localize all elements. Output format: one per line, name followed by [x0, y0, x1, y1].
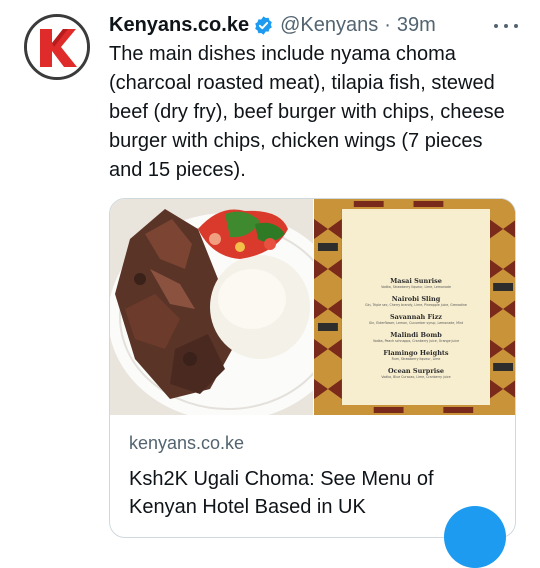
- menu-item-desc: Vodka, Strawberry liqueur, Lime, Lemonad…: [381, 285, 451, 289]
- menu-item-name: Ocean Surprise: [387, 367, 445, 375]
- menu-paper: Masai Sunrise Vodka, Strawberry liqueur,…: [342, 209, 490, 405]
- menu-item-desc: Gin, Triple sec, Cherry brandy, Lime, Pi…: [365, 303, 467, 307]
- timestamp[interactable]: 39m: [397, 14, 436, 37]
- menu-item-desc: Vodka, Peach schnapps, Cranberry juice, …: [372, 339, 460, 343]
- menu-item-desc: Vodka, Blue Curacao, Lime, Cranberry jui…: [381, 375, 451, 379]
- more-options-icon[interactable]: [494, 16, 518, 36]
- kenyans-logo-icon: [27, 17, 87, 77]
- menu-item: Masai Sunrise Vodka, Strawberry liqueur,…: [342, 277, 490, 289]
- food-image: [110, 199, 313, 415]
- menu-image: Masai Sunrise Vodka, Strawberry liqueur,…: [313, 199, 515, 415]
- avatar[interactable]: [24, 14, 90, 80]
- tweet-text: The main dishes include nyama choma (cha…: [109, 43, 505, 181]
- menu-item: Ocean Surprise Vodka, Blue Curacao, Lime…: [342, 367, 490, 379]
- display-name[interactable]: Kenyans.co.ke: [109, 14, 249, 37]
- user-handle[interactable]: @Kenyans: [280, 14, 378, 37]
- menu-item-name: Nairobi Sling: [391, 295, 441, 303]
- menu-item-name: Savannah Fizz: [389, 313, 442, 321]
- menu-item-name: Malindi Bomb: [390, 331, 442, 339]
- menu-item-name: Masai Sunrise: [390, 277, 442, 285]
- tweet-header: Kenyans.co.ke @Kenyans · 39m: [109, 11, 436, 39]
- menu-item: Malindi Bomb Vodka, Peach schnapps, Cran…: [342, 331, 490, 343]
- verified-badge-icon: [253, 15, 274, 36]
- card-title[interactable]: Ksh2K Ugali Choma: See Menu of Kenyan Ho…: [129, 465, 499, 521]
- menu-item: Flamingo Heights Rum, Strawberry liqueur…: [342, 349, 490, 361]
- card-domain: kenyans.co.ke: [129, 433, 245, 453]
- link-card[interactable]: Masai Sunrise Vodka, Strawberry liqueur,…: [109, 198, 516, 538]
- separator-dot: ·: [384, 13, 391, 36]
- menu-item-desc: Gin, Elderflower, Lemon, Cucumber syrup,…: [368, 321, 464, 325]
- menu-item-name: Flamingo Heights: [383, 349, 449, 357]
- compose-button[interactable]: [444, 506, 506, 568]
- card-media[interactable]: Masai Sunrise Vodka, Strawberry liqueur,…: [110, 199, 515, 415]
- menu-item: Savannah Fizz Gin, Elderflower, Lemon, C…: [342, 313, 490, 325]
- menu-item: Nairobi Sling Gin, Triple sec, Cherry br…: [342, 295, 490, 307]
- menu-item-desc: Rum, Strawberry liqueur, Lime: [391, 357, 441, 361]
